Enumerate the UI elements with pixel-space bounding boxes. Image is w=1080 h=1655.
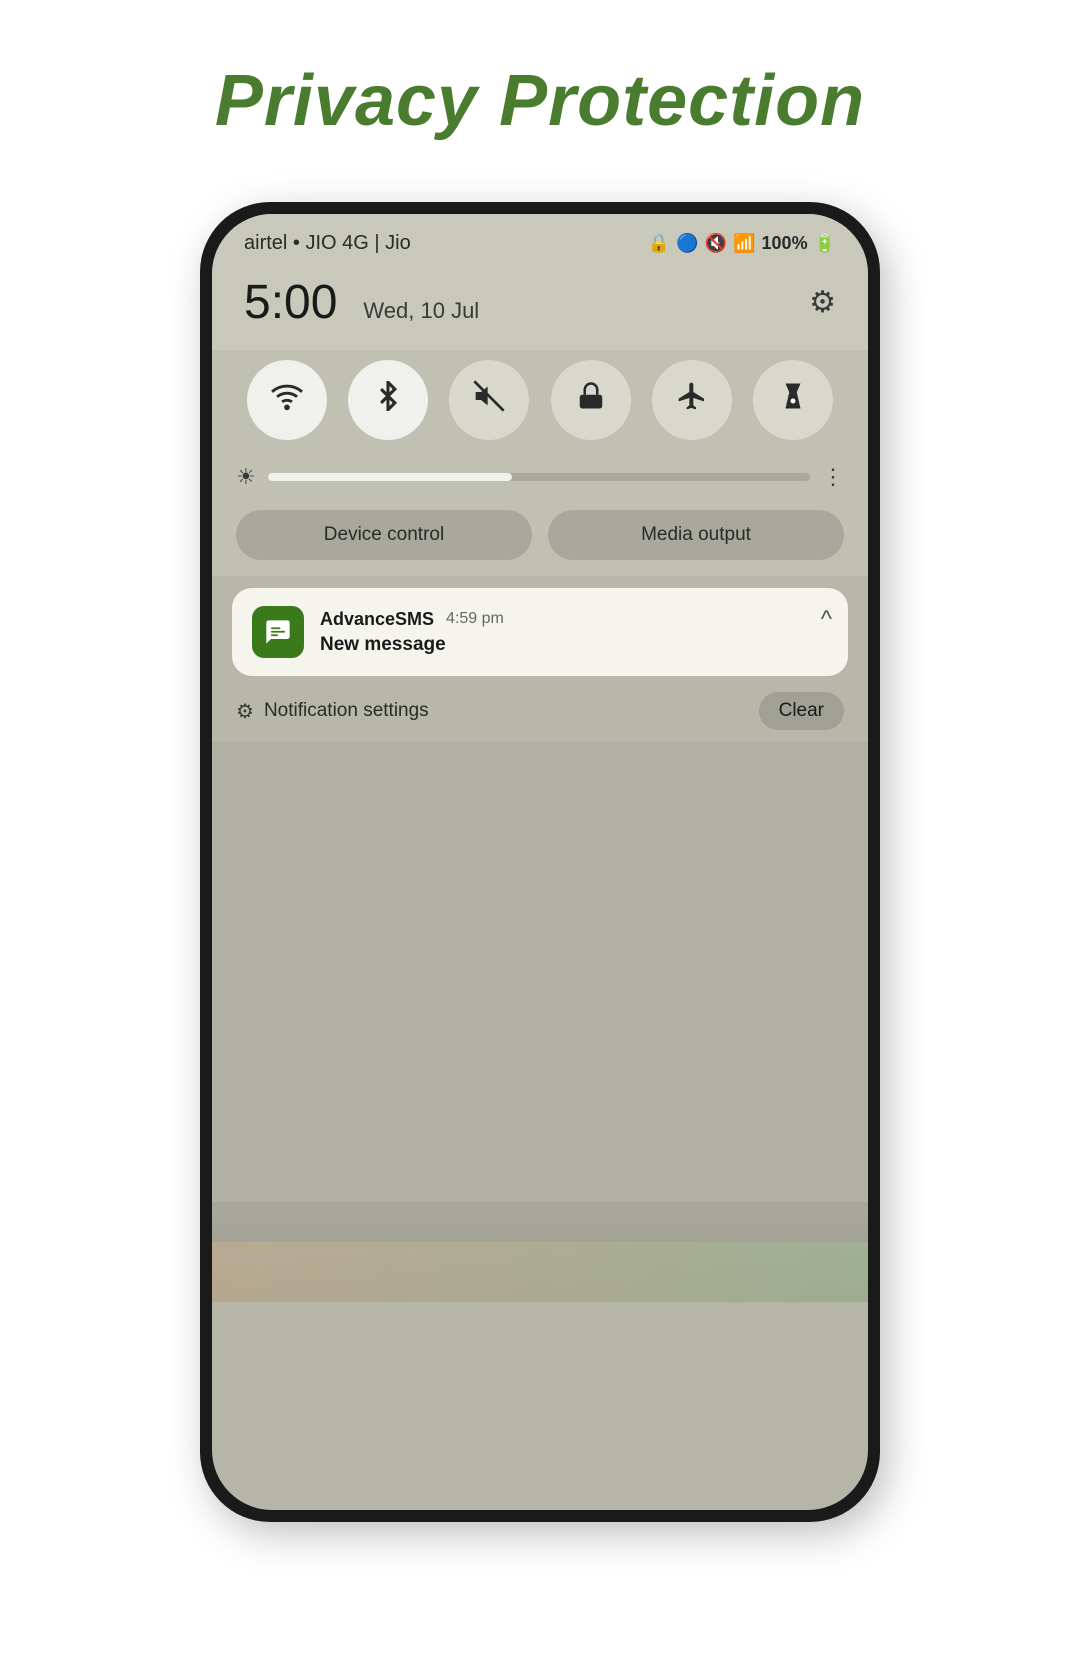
notification-app-name: AdvanceSMS	[320, 609, 434, 630]
wifi-icon	[270, 379, 304, 421]
airplane-icon	[676, 380, 708, 420]
quick-toggles	[212, 350, 868, 456]
clear-button[interactable]: Clear	[759, 692, 844, 730]
battery-text: 100%	[762, 233, 808, 254]
app-icon	[252, 606, 304, 658]
notification-settings-left: ⚙ Notification settings	[236, 699, 429, 724]
wifi-status-icon: 🔇	[705, 233, 727, 254]
time-date-group: 5:00 Wed, 10 Jul	[244, 275, 479, 330]
more-options-icon[interactable]: ⋮	[822, 464, 844, 490]
screen-lock-toggle[interactable]	[551, 360, 631, 440]
notification-header: AdvanceSMS 4:59 pm	[320, 609, 828, 630]
notification-area: AdvanceSMS 4:59 pm New message ^	[212, 576, 868, 676]
bluetooth-icon	[373, 381, 403, 419]
carrier-text: airtel • JIO 4G | Jio	[244, 232, 411, 255]
media-output-button[interactable]: Media output	[548, 510, 844, 560]
mute-status-icon: 🔵	[676, 233, 698, 254]
notification-chevron-icon[interactable]: ^	[821, 606, 832, 634]
status-icons: 🔒 🔵 🔇 📶 100% 🔋	[648, 233, 836, 254]
time-row: 5:00 Wed, 10 Jul ⚙	[212, 265, 868, 350]
brightness-fill	[268, 473, 512, 481]
brightness-row: ☀ ⋮	[212, 456, 868, 502]
page-title: Privacy Protection	[215, 60, 865, 142]
empty-notification-area	[212, 742, 868, 1202]
wifi-toggle[interactable]	[247, 360, 327, 440]
notification-settings-gear-icon: ⚙	[236, 699, 254, 724]
settings-gear-icon[interactable]: ⚙	[809, 285, 836, 320]
signal-status-icon: 📶	[733, 233, 755, 254]
battery-icon: 🔋	[814, 233, 836, 254]
notification-content: AdvanceSMS 4:59 pm New message	[320, 609, 828, 656]
notification-time: 4:59 pm	[446, 610, 504, 628]
device-control-button[interactable]: Device control	[236, 510, 532, 560]
lock-icon	[576, 381, 606, 419]
bluetooth-toggle[interactable]	[348, 360, 428, 440]
brightness-icon: ☀	[236, 464, 256, 490]
flashlight-toggle[interactable]	[753, 360, 833, 440]
flashlight-icon	[778, 381, 808, 419]
time-display: 5:00	[244, 275, 337, 330]
status-bar: airtel • JIO 4G | Jio 🔒 🔵 🔇 📶 100% 🔋	[212, 214, 868, 265]
phone-inner: airtel • JIO 4G | Jio 🔒 🔵 🔇 📶 100% 🔋 5:0…	[212, 214, 868, 1510]
notification-card[interactable]: AdvanceSMS 4:59 pm New message ^	[232, 588, 848, 676]
notification-settings-label[interactable]: Notification settings	[264, 700, 429, 722]
airplane-toggle[interactable]	[652, 360, 732, 440]
phone-outer: airtel • JIO 4G | Jio 🔒 🔵 🔇 📶 100% 🔋 5:0…	[200, 202, 880, 1522]
mute-toggle[interactable]	[449, 360, 529, 440]
brightness-bar[interactable]	[268, 473, 810, 481]
mute-icon	[473, 380, 505, 420]
notification-message: New message	[320, 634, 828, 656]
notification-settings-row: ⚙ Notification settings Clear	[212, 676, 868, 742]
bluetooth-status-icon: 🔒	[648, 233, 670, 254]
phone-mockup: airtel • JIO 4G | Jio 🔒 🔵 🔇 📶 100% 🔋 5:0…	[200, 202, 880, 1522]
phone-bottom	[212, 1202, 868, 1302]
device-media-row: Device control Media output	[212, 502, 868, 576]
date-display: Wed, 10 Jul	[363, 298, 479, 324]
